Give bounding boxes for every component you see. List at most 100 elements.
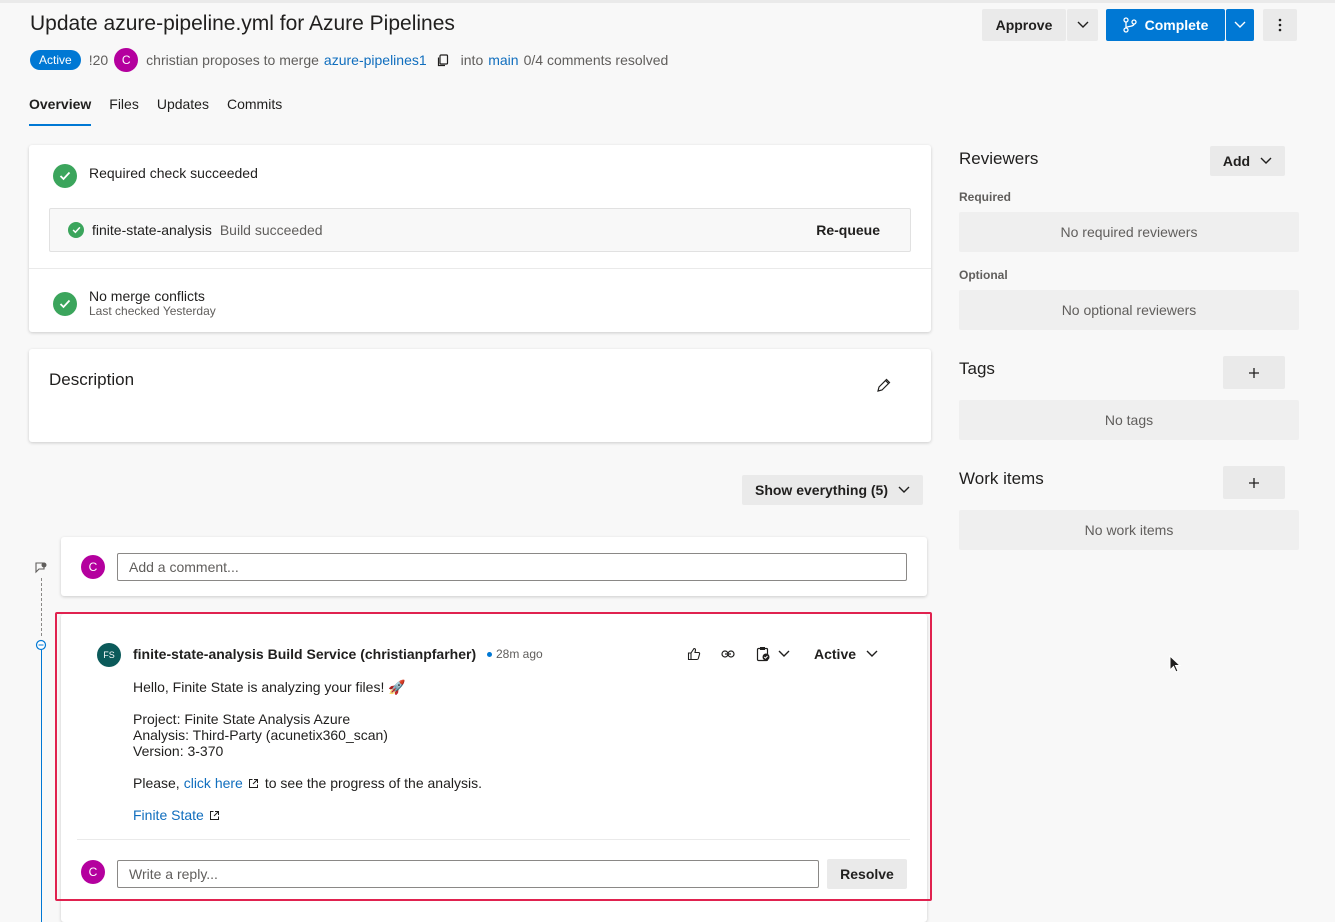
tab-bar: Overview Files Updates Commits — [29, 96, 282, 126]
activity-filter-dropdown[interactable]: Show everything (5) — [742, 475, 923, 505]
chevron-down-icon — [1234, 21, 1246, 28]
merge-title: No merge conflicts — [89, 288, 205, 304]
divider — [77, 839, 910, 840]
divider — [29, 268, 931, 269]
external-link-icon — [248, 778, 258, 788]
timeline-line — [41, 650, 42, 922]
thread-author-avatar: FS — [97, 643, 121, 667]
work-items-title: Work items — [959, 469, 1044, 488]
please-suffix: to see the progress of the analysis. — [264, 775, 482, 791]
thread-status-label: Active — [814, 646, 857, 662]
thumbs-up-icon — [687, 647, 701, 661]
clipboard-check-icon — [756, 647, 770, 662]
chevron-down-icon — [1077, 21, 1088, 28]
copy-icon[interactable] — [437, 53, 449, 67]
tab-files[interactable]: Files — [109, 96, 139, 126]
copy-link-button[interactable] — [718, 644, 738, 664]
external-link-icon — [209, 810, 219, 820]
merge-subtitle: Last checked Yesterday — [89, 304, 216, 318]
approve-dropdown-button[interactable] — [1067, 9, 1098, 41]
tags-title: Tags — [959, 359, 995, 378]
avatar[interactable]: C — [114, 48, 139, 72]
success-check-icon — [53, 164, 77, 188]
edit-description-button[interactable] — [871, 373, 895, 397]
merge-check-row: No merge conflicts Last checked Yesterda… — [53, 289, 216, 319]
please-prefix: Please, — [133, 775, 180, 791]
complete-button[interactable]: Complete — [1106, 9, 1225, 41]
required-reviewers-empty: No required reviewers — [959, 212, 1299, 252]
thread-author-name: finite-state-analysis Build Service (chr… — [133, 646, 477, 662]
source-branch-link[interactable]: azure-pipelines1 — [324, 52, 427, 68]
avatar: C — [81, 555, 105, 579]
build-name: finite-state-analysis — [92, 222, 212, 238]
pr-meta: Active !20 C christian proposes to merge… — [30, 48, 668, 72]
branch-merge-icon — [1122, 17, 1137, 33]
like-button[interactable] — [684, 644, 704, 664]
resolve-label: Resolve — [840, 866, 894, 882]
comment-add-icon — [34, 561, 48, 578]
chevron-down-icon — [778, 650, 790, 657]
finite-state-link-row: Finite State — [133, 807, 482, 823]
comment-line-project: Project: Finite State Analysis Azure — [133, 711, 351, 727]
pencil-icon — [876, 378, 890, 392]
tab-overview[interactable]: Overview — [29, 96, 92, 126]
success-check-icon — [68, 222, 84, 238]
add-comment-card: C Add a comment... — [61, 537, 927, 596]
comment-input[interactable]: Add a comment... — [117, 553, 907, 581]
proposal-text: christian proposes to merge — [146, 52, 319, 68]
approve-button[interactable]: Approve — [982, 9, 1066, 41]
description-card: Description — [29, 349, 931, 442]
target-branch-link[interactable]: main — [488, 52, 518, 68]
avatar: C — [81, 860, 105, 884]
add-work-item-button[interactable] — [1223, 466, 1285, 499]
chevron-down-icon — [1260, 157, 1272, 164]
activity-filter-label: Show everything (5) — [754, 482, 889, 498]
optional-reviewers-label: Optional — [959, 268, 1008, 282]
reply-input[interactable]: Write a reply... — [117, 860, 819, 888]
success-check-icon — [53, 292, 77, 316]
comment-line-analysis: Analysis: Third-Party (acunetix360_scan) — [133, 727, 388, 743]
top-border — [0, 0, 1335, 3]
comment-thread-icon — [35, 638, 47, 654]
tab-updates[interactable]: Updates — [157, 96, 209, 126]
comment-body: Hello, Finite State is analyzing your fi… — [133, 679, 482, 823]
build-status: Build succeeded — [219, 222, 323, 238]
plus-icon — [1249, 477, 1259, 488]
add-reviewer-button[interactable]: Add — [1210, 146, 1285, 176]
tags-empty: No tags — [959, 400, 1299, 440]
pr-id: !20 — [88, 52, 109, 68]
required-check-row: Required check succeeded — [53, 164, 258, 188]
work-items-empty: No work items — [959, 510, 1299, 550]
tab-commits[interactable]: Commits — [227, 96, 282, 126]
page-title: Update azure-pipeline.yml for Azure Pipe… — [30, 12, 455, 35]
chevron-down-icon — [898, 486, 910, 493]
status-badge: Active — [30, 50, 81, 70]
link-icon — [721, 650, 735, 658]
complete-label: Complete — [1144, 17, 1209, 33]
finite-state-link[interactable]: Finite State — [133, 807, 204, 823]
add-tag-button[interactable] — [1223, 356, 1285, 389]
into-text: into — [460, 52, 484, 68]
thread-status-dropdown[interactable]: Active — [814, 646, 878, 662]
thread-time-text: 28m ago — [496, 647, 543, 661]
timeline-dotted-line — [41, 578, 42, 636]
resolve-button[interactable]: Resolve — [827, 859, 907, 889]
approve-label: Approve — [995, 17, 1053, 33]
reviewers-title: Reviewers — [959, 149, 1039, 168]
comment-line-version: Version: 3-370 — [133, 743, 224, 759]
click-here-link[interactable]: click here — [184, 775, 243, 791]
optional-reviewers-empty: No optional reviewers — [959, 290, 1299, 330]
work-item-menu-button[interactable] — [752, 643, 794, 665]
more-actions-button[interactable] — [1263, 9, 1297, 41]
plus-icon — [1249, 367, 1259, 378]
more-vertical-icon — [1278, 18, 1282, 32]
build-check-row: finite-state-analysis Build succeeded Re… — [49, 208, 911, 252]
mouse-cursor-icon — [1169, 654, 1182, 676]
status-checks-card: Required check succeeded finite-state-an… — [29, 145, 931, 332]
comments-resolved: 0/4 comments resolved — [523, 52, 669, 68]
chevron-down-icon — [866, 650, 878, 657]
complete-dropdown-button[interactable] — [1226, 9, 1254, 41]
requeue-button[interactable]: Re-queue — [816, 222, 880, 238]
thread-time: 28m ago — [487, 647, 543, 661]
comment-line-greeting: Hello, Finite State is analyzing your fi… — [133, 679, 406, 695]
